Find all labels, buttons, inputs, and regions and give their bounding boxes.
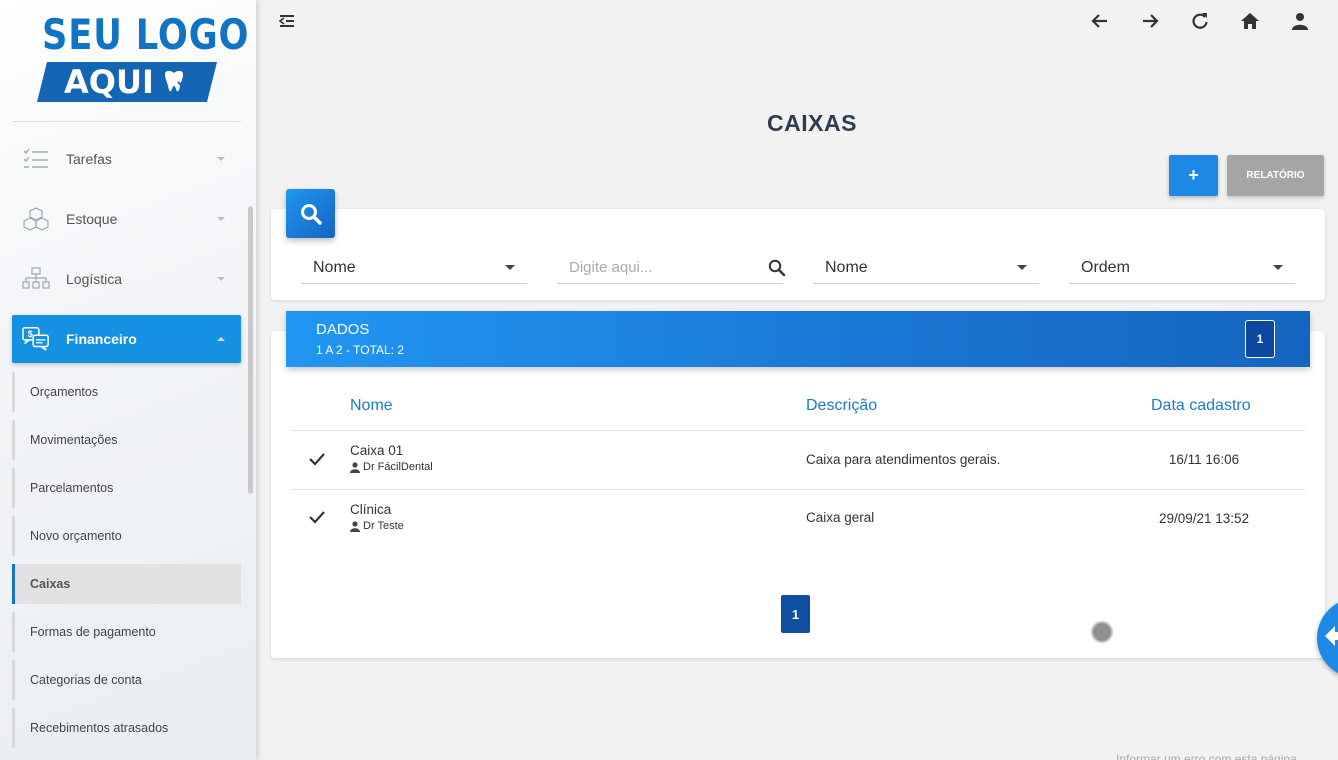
row-description: Caixa geral <box>806 510 875 525</box>
row-date: 29/09/21 13:52 <box>1158 511 1250 526</box>
row-owner-name: Dr FácilDental <box>363 461 433 473</box>
dropdown-arrow-icon <box>1017 265 1027 270</box>
chevron-up-icon <box>217 337 225 341</box>
sidebar-scrollbar[interactable] <box>248 206 253 494</box>
row-owner: Dr Teste <box>350 520 404 532</box>
user-icon[interactable] <box>1289 10 1311 32</box>
data-header-count: 1 A 2 - TOTAL: 2 <box>316 343 405 357</box>
logo-line1: SEU LOGO <box>42 10 250 59</box>
refresh-icon[interactable] <box>1189 10 1211 32</box>
column-header-data-cadastro[interactable]: Data cadastro <box>1151 397 1251 415</box>
dropdown-arrow-icon <box>505 265 515 270</box>
column-header-nome[interactable]: Nome <box>350 397 393 415</box>
doctor-icon <box>350 461 360 473</box>
back-arrow-icon[interactable] <box>1089 10 1111 32</box>
data-header: DADOS 1 A 2 - TOTAL: 2 1 <box>286 311 1310 367</box>
data-header-title: DADOS <box>316 321 370 338</box>
sidebar-item-label: Logística <box>66 271 123 287</box>
filter-field-select[interactable]: Nome <box>301 252 527 284</box>
submenu-formas-de-pagamento[interactable]: Formas de pagamento <box>12 612 241 652</box>
doctor-icon <box>350 520 360 532</box>
chevron-down-icon <box>217 157 225 161</box>
finance-chat-icon: $ <box>22 325 50 353</box>
submenu-categorias-de-conta[interactable]: Categorias de conta <box>12 660 241 700</box>
sidebar: SEU LOGO AQUI Tarefas Estoque Logística … <box>0 0 256 760</box>
sidebar-item-estoque[interactable]: Estoque <box>12 195 241 243</box>
logo-line2: AQUI <box>64 63 154 101</box>
submenu-movimentacoes[interactable]: Movimentações <box>12 420 241 460</box>
checklist-icon <box>22 145 50 173</box>
sidebar-item-label: Tarefas <box>66 151 112 167</box>
check-icon <box>309 453 325 466</box>
row-name: Caixa 01 <box>350 443 404 458</box>
table-divider <box>291 430 1305 431</box>
search-field[interactable] <box>557 252 786 284</box>
row-description: Caixa para atendimentos gerais. <box>806 452 1001 467</box>
sidebar-item-label: Estoque <box>66 211 118 227</box>
submenu-caixas[interactable]: Caixas <box>12 564 241 604</box>
order-select[interactable]: Ordem <box>1069 252 1295 284</box>
dropdown-arrow-icon <box>1273 265 1283 270</box>
sidebar-item-label: Financeiro <box>66 331 137 347</box>
report-error-link[interactable]: Informar um erro com esta página <box>1116 752 1297 760</box>
row-date: 16/11 16:06 <box>1168 452 1240 467</box>
submenu-recebimentos-atrasados[interactable]: Recebimentos atrasados <box>12 708 241 748</box>
row-owner-name: Dr Teste <box>363 520 404 532</box>
tooth-icon <box>165 70 187 92</box>
row-name: Clínica <box>350 502 392 517</box>
menu-collapse-icon[interactable] <box>276 10 298 32</box>
page-indicator[interactable]: 1 <box>1245 320 1275 358</box>
loading-indicator <box>1091 621 1113 643</box>
sidebar-item-financeiro[interactable]: $ Financeiro <box>12 315 241 363</box>
sort-field-value: Nome <box>825 258 868 276</box>
search-panel-icon <box>286 189 335 238</box>
sidebar-item-tarefas[interactable]: Tarefas <box>12 135 241 183</box>
forward-arrow-icon[interactable] <box>1139 10 1161 32</box>
left-arrow-icon <box>1325 626 1338 646</box>
add-button[interactable]: + <box>1169 155 1218 196</box>
logo[interactable]: SEU LOGO AQUI <box>37 10 250 104</box>
order-value: Ordem <box>1081 258 1130 276</box>
check-icon <box>309 511 325 524</box>
sidebar-divider <box>12 121 241 122</box>
filter-field-value: Nome <box>313 258 356 276</box>
row-owner: Dr FácilDental <box>350 461 433 473</box>
sidebar-item-logistica[interactable]: Logística <box>12 255 241 303</box>
column-header-descricao[interactable]: Descrição <box>806 397 877 415</box>
chevron-down-icon <box>217 217 225 221</box>
page-title: CAIXAS <box>767 110 857 136</box>
search-icon[interactable] <box>768 259 786 277</box>
home-icon[interactable] <box>1239 10 1261 32</box>
chevron-down-icon <box>217 277 225 281</box>
sort-field-select[interactable]: Nome <box>813 252 1039 284</box>
org-chart-icon <box>22 265 50 293</box>
pagination-page-1[interactable]: 1 <box>781 595 810 633</box>
submenu-novo-orcamento[interactable]: Novo orçamento <box>12 516 241 556</box>
table-divider <box>291 489 1305 490</box>
submenu-orcamentos[interactable]: Orçamentos <box>12 372 241 412</box>
report-button[interactable]: RELATÓRIO <box>1227 155 1324 196</box>
search-input[interactable] <box>557 259 768 276</box>
boxes-icon <box>22 205 50 233</box>
submenu-parcelamentos[interactable]: Parcelamentos <box>12 468 241 508</box>
